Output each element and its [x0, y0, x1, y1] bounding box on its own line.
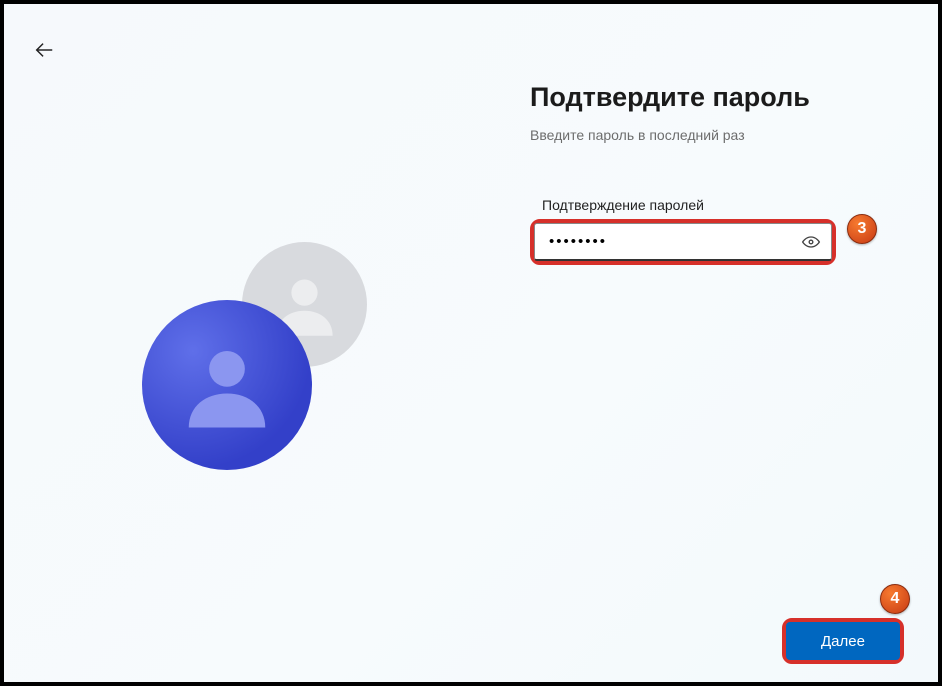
user-illustration — [142, 242, 362, 462]
arrow-left-icon — [33, 39, 55, 61]
password-input-highlight — [530, 219, 836, 265]
confirm-password-input[interactable] — [534, 223, 832, 261]
back-button[interactable] — [26, 32, 62, 68]
page-subtitle: Введите пароль в последний раз — [530, 127, 880, 143]
person-icon — [176, 334, 278, 436]
annotation-badge-3: 3 — [847, 214, 877, 244]
eye-icon — [801, 232, 821, 252]
page-title: Подтвердите пароль — [530, 82, 880, 113]
next-button-highlight: Далее — [782, 618, 904, 664]
form-area: Подтвердите пароль Введите пароль в посл… — [530, 82, 880, 265]
oobe-confirm-password-screen: Подтвердите пароль Введите пароль в посл… — [4, 4, 938, 682]
avatar-primary — [142, 300, 312, 470]
annotation-badge-4: 4 — [880, 584, 910, 614]
reveal-password-button[interactable] — [798, 229, 824, 255]
next-button[interactable]: Далее — [786, 622, 900, 660]
password-label: Подтверждение паролей — [530, 197, 880, 213]
